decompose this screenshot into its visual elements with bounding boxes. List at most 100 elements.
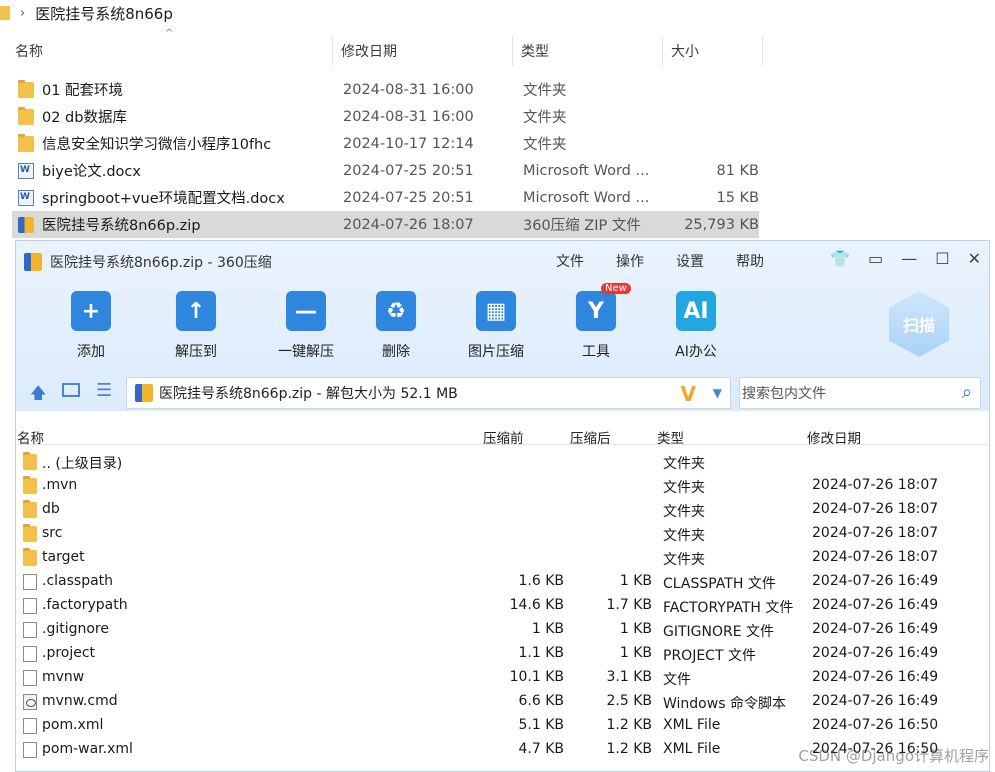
col-name[interactable]: 名称 ^ bbox=[0, 28, 333, 66]
archive-row[interactable]: .gitignore 1 KB 1 KB GITIGNORE 文件 2024-07-26… bbox=[16, 618, 989, 642]
file-date: 2024-08-31 16:00 bbox=[343, 108, 474, 125]
v-logo-icon[interactable]: V bbox=[681, 382, 696, 406]
col-after[interactable]: 压缩后 bbox=[570, 427, 611, 447]
window-controls: 👕 ▭ — ☐ ✕ bbox=[812, 249, 981, 268]
entry-name: mvnw.cmd bbox=[42, 693, 118, 709]
archive-row[interactable]: target 文件夹 2024-07-26 18:07 bbox=[16, 546, 989, 570]
entry-size-before: 1.6 KB bbox=[518, 573, 565, 589]
word-icon bbox=[18, 162, 34, 179]
folder-icon bbox=[23, 476, 37, 494]
archiver-window: 医院挂号系统8n66p.zip - 360压缩 文件 操作 设置 帮助 👕 ▭ — ☐… bbox=[15, 240, 990, 772]
entry-size-after: 1 KB bbox=[619, 573, 652, 589]
entry-type: XML File bbox=[663, 741, 721, 757]
menu-item[interactable]: 设置 bbox=[676, 251, 704, 271]
one-click-extract-icon: — bbox=[286, 291, 326, 331]
skin-icon[interactable]: 👕 bbox=[830, 249, 850, 268]
col-type[interactable]: 类型 bbox=[657, 427, 684, 447]
tool-button[interactable]: New Y 工具 bbox=[551, 283, 641, 361]
archive-row[interactable]: .factorypath 14.6 KB 1.7 KB FACTORYPATH 文件 2… bbox=[16, 594, 989, 618]
file-type: Microsoft Word ... bbox=[523, 189, 650, 206]
entry-date: 2024-07-26 16:49 bbox=[812, 573, 939, 589]
extract-to-icon: ↑ bbox=[176, 291, 216, 331]
tool-button[interactable]: — 一键解压 bbox=[261, 291, 351, 361]
explorer-breadcrumb[interactable]: › 医院挂号系统8n66p bbox=[0, 0, 995, 26]
new-badge: New bbox=[601, 283, 631, 294]
col-type[interactable]: 类型 bbox=[513, 36, 663, 66]
entry-type: 文件夹 bbox=[663, 528, 705, 544]
file-row[interactable]: 02 db数据库 2024-08-31 16:00 文件夹 bbox=[12, 103, 759, 130]
file-icon bbox=[23, 598, 37, 614]
entry-type: XML File bbox=[663, 717, 721, 733]
path-field[interactable]: 医院挂号系统8n66p.zip - 解包大小为 52.1 MB V ▼ bbox=[126, 377, 731, 409]
entry-size-after: 1 KB bbox=[619, 645, 652, 661]
entry-date: 2024-07-26 18:07 bbox=[812, 525, 939, 541]
archive-row[interactable]: db 文件夹 2024-07-26 18:07 bbox=[16, 498, 989, 522]
tool-button[interactable]: ♻ 删除 bbox=[351, 291, 441, 361]
file-name: 信息安全知识学习微信小程序10fhc bbox=[42, 137, 272, 153]
zip-icon bbox=[135, 384, 153, 402]
file-row[interactable]: 医院挂号系统8n66p.zip 2024-07-26 18:07 360压缩 ZIP… bbox=[12, 211, 759, 238]
entry-size-after: 1.7 KB bbox=[606, 597, 653, 613]
file-type: 360压缩 ZIP 文件 bbox=[523, 218, 641, 234]
file-row[interactable]: 01 配套环境 2024-08-31 16:00 文件夹 bbox=[12, 76, 759, 103]
file-icon bbox=[23, 742, 37, 758]
tool-button[interactable]: AI AI办公 bbox=[651, 291, 741, 361]
archive-row[interactable]: mvnw 10.1 KB 3.1 KB 文件 2024-07-26 16:49 bbox=[16, 666, 989, 690]
tool-label: 一键解压 bbox=[278, 344, 334, 360]
col-modified[interactable]: 修改日期 bbox=[333, 36, 513, 66]
thumbnail-view-icon[interactable] bbox=[62, 383, 80, 397]
window-title: 医院挂号系统8n66p.zip - 360压缩 bbox=[24, 251, 272, 273]
menu-item[interactable]: 操作 bbox=[616, 251, 644, 271]
entry-type: GITIGNORE 文件 bbox=[663, 624, 775, 640]
entry-name: pom-war.xml bbox=[42, 741, 133, 757]
chevron-right-icon: › bbox=[20, 5, 26, 21]
message-icon[interactable]: ▭ bbox=[868, 249, 883, 268]
entry-name: src bbox=[42, 525, 63, 541]
archive-row[interactable]: .project 1.1 KB 1 KB PROJECT 文件 2024-07-26 1… bbox=[16, 642, 989, 666]
entry-size-before: 4.7 KB bbox=[518, 741, 565, 757]
entry-type: 文件 bbox=[663, 672, 691, 688]
col-name[interactable]: 名称 bbox=[17, 427, 44, 447]
tool-label: 解压到 bbox=[175, 344, 217, 360]
scan-button[interactable]: 扫描 bbox=[889, 291, 949, 357]
minimize-icon[interactable]: — bbox=[901, 249, 917, 268]
tool-label: AI办公 bbox=[675, 344, 717, 360]
archiver-titlebar: 医院挂号系统8n66p.zip - 360压缩 文件 操作 设置 帮助 👕 ▭ — ☐… bbox=[16, 241, 989, 411]
archive-row[interactable]: .classpath 1.6 KB 1 KB CLASSPATH 文件 2024-07-… bbox=[16, 570, 989, 594]
watermark: CSDN @Django计算机程序 bbox=[798, 747, 989, 765]
menu-item[interactable]: 文件 bbox=[556, 251, 584, 271]
archive-row[interactable]: pom.xml 5.1 KB 1.2 KB XML File 2024-07-26 16… bbox=[16, 714, 989, 738]
entry-type: PROJECT 文件 bbox=[663, 648, 756, 664]
maximize-icon[interactable]: ☐ bbox=[935, 249, 949, 268]
close-icon[interactable]: ✕ bbox=[968, 249, 981, 268]
archive-row[interactable]: .. (上级目录) 文件夹 bbox=[16, 450, 989, 474]
file-size: 81 KB bbox=[716, 162, 759, 179]
tool-button[interactable]: + 添加 bbox=[46, 291, 136, 361]
menu-item[interactable]: 帮助 bbox=[736, 251, 764, 271]
col-size[interactable]: 大小 bbox=[663, 36, 763, 66]
file-row[interactable]: biye论文.docx 2024-07-25 20:51 Microsoft Wor… bbox=[12, 157, 759, 184]
tool-button[interactable]: ▦ 图片压缩 bbox=[451, 291, 541, 361]
zip-icon bbox=[18, 216, 34, 233]
entry-name: target bbox=[42, 549, 85, 565]
file-row[interactable]: springboot+vue环境配置文档.docx 2024-07-25 20:5… bbox=[12, 184, 759, 211]
entry-type: 文件夹 bbox=[663, 504, 705, 520]
tool-button[interactable]: ↑ 解压到 bbox=[151, 291, 241, 361]
entry-date: 2024-07-26 16:49 bbox=[812, 669, 939, 685]
search-input[interactable]: 搜索包内文件 ⌕ bbox=[739, 377, 981, 409]
col-before[interactable]: 压缩前 bbox=[483, 427, 524, 447]
file-type: 文件夹 bbox=[523, 137, 567, 153]
file-type: 文件夹 bbox=[523, 110, 567, 126]
col-modified[interactable]: 修改日期 bbox=[807, 427, 861, 447]
chevron-down-icon[interactable]: ▼ bbox=[713, 386, 722, 400]
archive-row[interactable]: mvnw.cmd 6.6 KB 2.5 KB Windows 命令脚本 2024-07-… bbox=[16, 690, 989, 714]
archive-row[interactable]: .mvn 文件夹 2024-07-26 18:07 bbox=[16, 474, 989, 498]
search-icon[interactable]: ⌕ bbox=[962, 382, 972, 403]
arrow-up-icon[interactable]: 🡅 bbox=[30, 382, 46, 409]
file-name: biye论文.docx bbox=[42, 164, 141, 180]
file-row[interactable]: 信息安全知识学习微信小程序10fhc 2024-10-17 12:14 文件夹 bbox=[12, 130, 759, 157]
file-date: 2024-07-26 18:07 bbox=[343, 216, 474, 233]
entry-size-before: 6.6 KB bbox=[518, 693, 565, 709]
list-view-icon[interactable]: ☰ bbox=[96, 380, 112, 401]
archive-row[interactable]: src 文件夹 2024-07-26 18:07 bbox=[16, 522, 989, 546]
